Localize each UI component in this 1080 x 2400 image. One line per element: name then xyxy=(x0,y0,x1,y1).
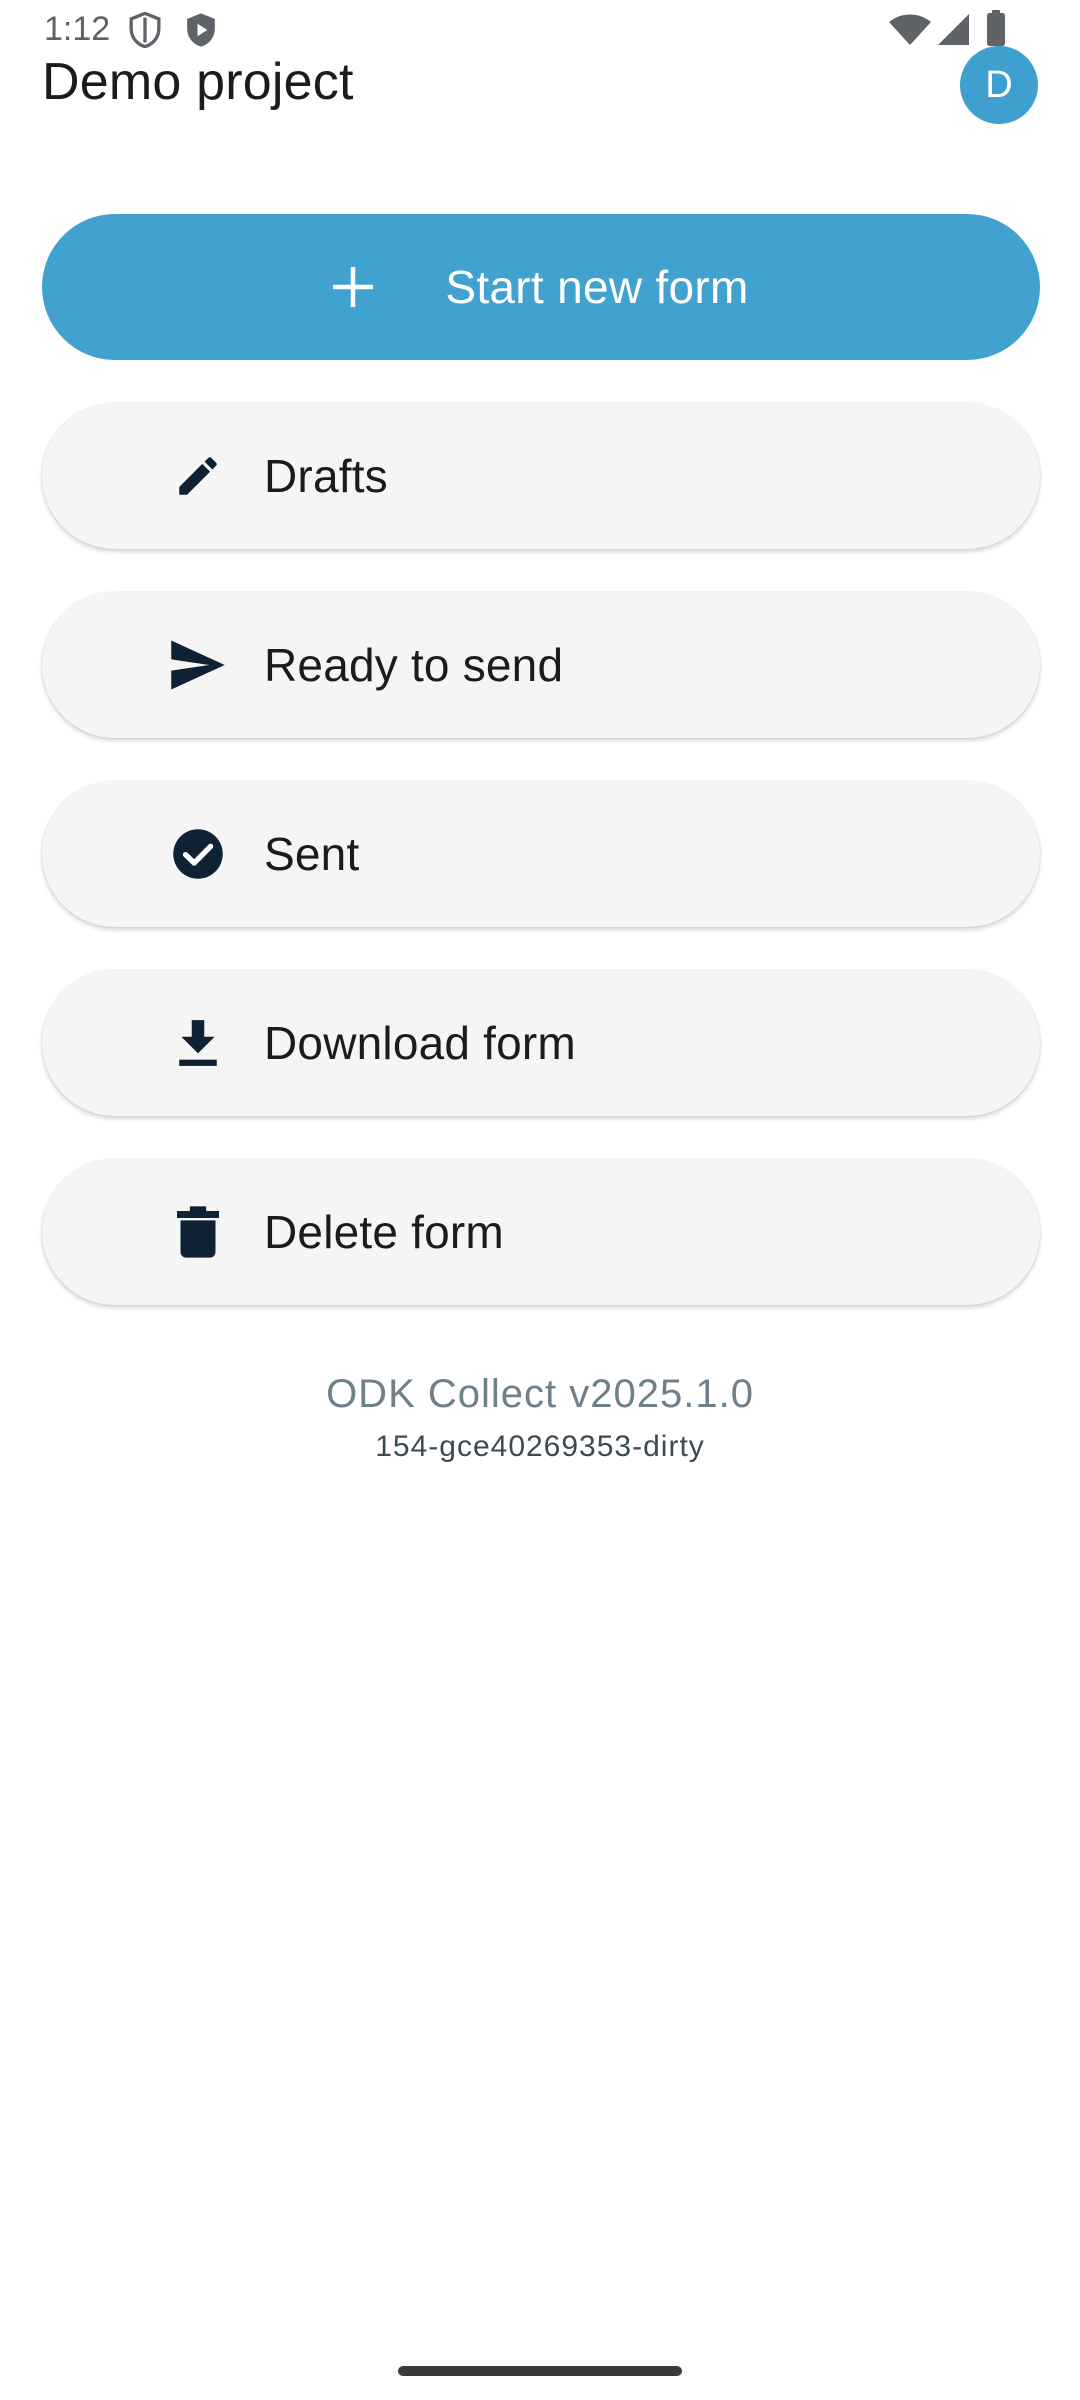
start-new-form-button[interactable]: Start new form xyxy=(42,214,1040,360)
status-bar: 1:12 xyxy=(0,0,1080,60)
shield-outline-icon xyxy=(128,11,162,53)
signal-icon xyxy=(938,14,970,51)
ready-to-send-label: Ready to send xyxy=(264,639,564,691)
shield-play-icon xyxy=(184,12,218,53)
build-id: 154-gce40269353-dirty xyxy=(375,1430,705,1463)
battery-icon xyxy=(986,10,1006,51)
pencil-icon xyxy=(168,446,228,506)
drafts-label: Drafts xyxy=(264,450,388,502)
ready-to-send-button[interactable]: Ready to send xyxy=(42,592,1040,738)
page-title: Demo project xyxy=(42,53,354,111)
status-time: 1:12 xyxy=(44,10,111,48)
delete-form-button[interactable]: Delete form xyxy=(42,1159,1040,1305)
avatar-letter: D xyxy=(985,63,1013,106)
app-version: ODK Collect v2025.1.0 xyxy=(326,1372,754,1416)
download-form-button[interactable]: Download form xyxy=(42,970,1040,1116)
sent-button[interactable]: Sent xyxy=(42,781,1040,927)
check-circle-icon xyxy=(168,824,228,884)
gesture-nav-handle[interactable] xyxy=(398,2366,682,2376)
download-form-label: Download form xyxy=(264,1017,576,1069)
send-icon xyxy=(168,635,228,695)
trash-icon xyxy=(168,1202,228,1262)
sent-label: Sent xyxy=(264,828,360,880)
delete-form-label: Delete form xyxy=(264,1206,504,1258)
plus-icon xyxy=(333,266,374,308)
drafts-button[interactable]: Drafts xyxy=(42,403,1040,549)
download-icon xyxy=(168,1013,228,1073)
start-new-form-label: Start new form xyxy=(445,261,749,313)
project-avatar-button[interactable]: D xyxy=(960,46,1038,124)
wifi-icon xyxy=(888,14,932,51)
